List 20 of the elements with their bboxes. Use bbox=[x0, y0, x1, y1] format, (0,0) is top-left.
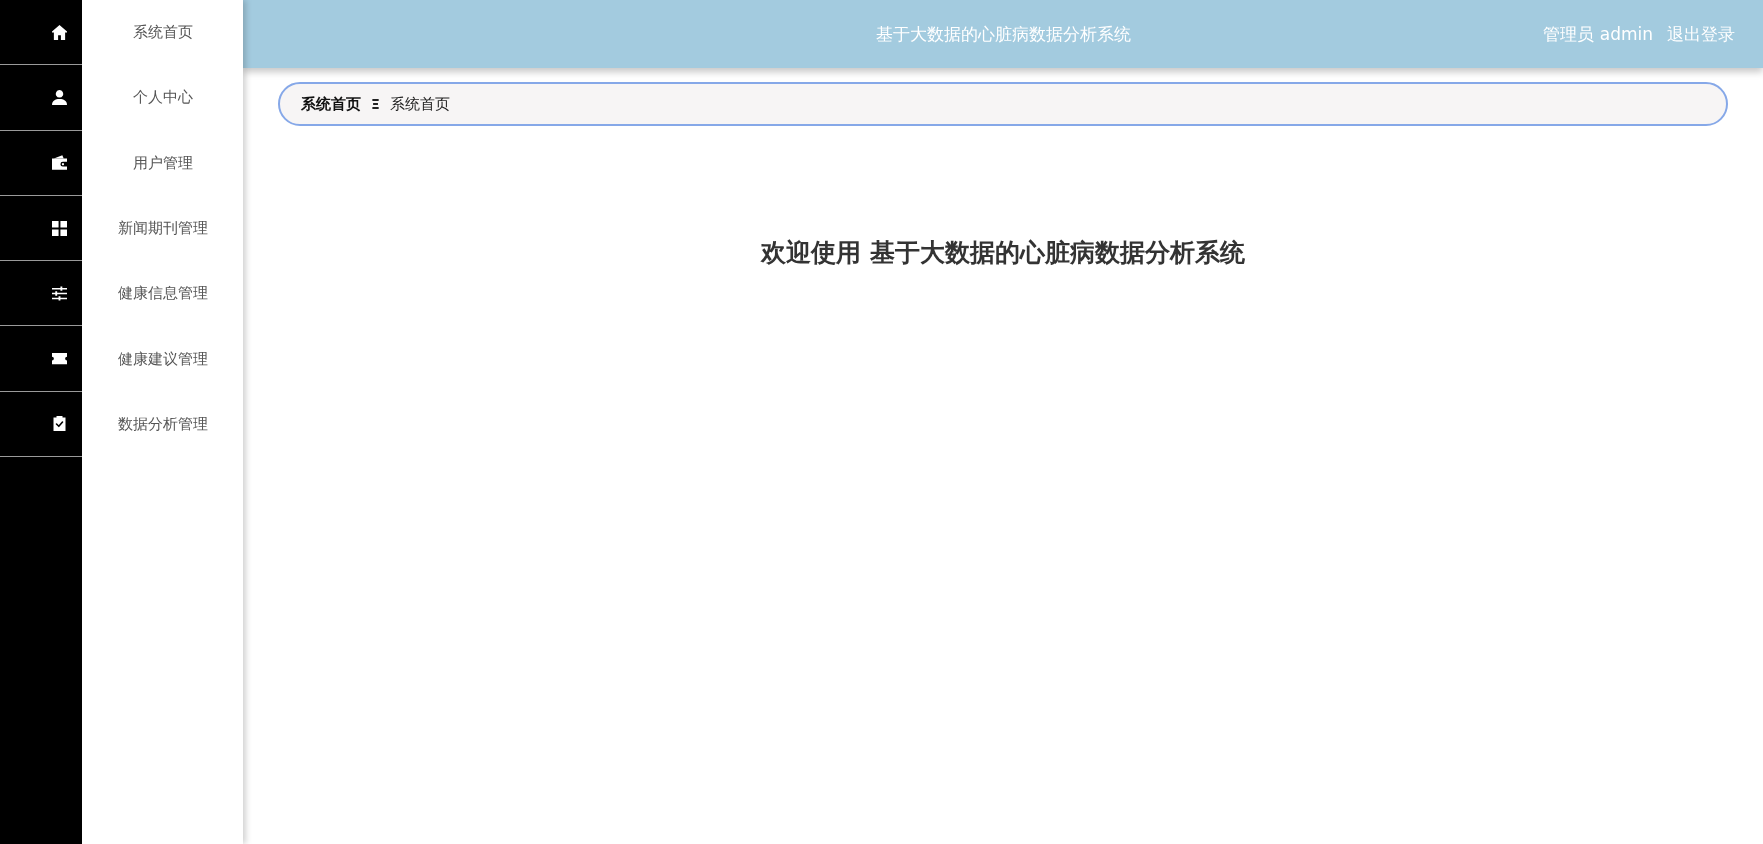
home-icon[interactable] bbox=[52, 24, 67, 40]
grid-icon[interactable] bbox=[52, 220, 67, 236]
menu-item[interactable]: 新闻期刊管理 bbox=[117, 219, 208, 239]
menu-item[interactable]: 数据分析管理 bbox=[117, 414, 208, 434]
clipboard-check-icon[interactable] bbox=[52, 416, 67, 432]
menu-item[interactable]: 系统首页 bbox=[132, 23, 193, 43]
menu-item[interactable]: 个人中心 bbox=[132, 88, 193, 108]
menu-item[interactable]: 用户管理 bbox=[132, 153, 193, 173]
breadcrumb-current: 系统首页 bbox=[389, 94, 450, 114]
person-icon[interactable] bbox=[52, 89, 67, 105]
breadcrumb-separator: Ξ bbox=[371, 96, 380, 112]
ticket-icon[interactable] bbox=[52, 351, 67, 367]
menu-item[interactable]: 健康信息管理 bbox=[117, 284, 208, 304]
wallet-icon[interactable] bbox=[52, 155, 67, 171]
welcome-heading: 欢迎使用 基于大数据的心脏病数据分析系统 bbox=[759, 237, 1246, 269]
breadcrumb-link[interactable]: 系统首页 bbox=[301, 94, 361, 114]
menu-item[interactable]: 健康建议管理 bbox=[117, 349, 208, 369]
sliders-icon[interactable] bbox=[52, 285, 67, 301]
user-label: 管理员 admin bbox=[1543, 22, 1653, 46]
system-title: 基于大数据的心脏病数据分析系统 bbox=[875, 22, 1131, 46]
